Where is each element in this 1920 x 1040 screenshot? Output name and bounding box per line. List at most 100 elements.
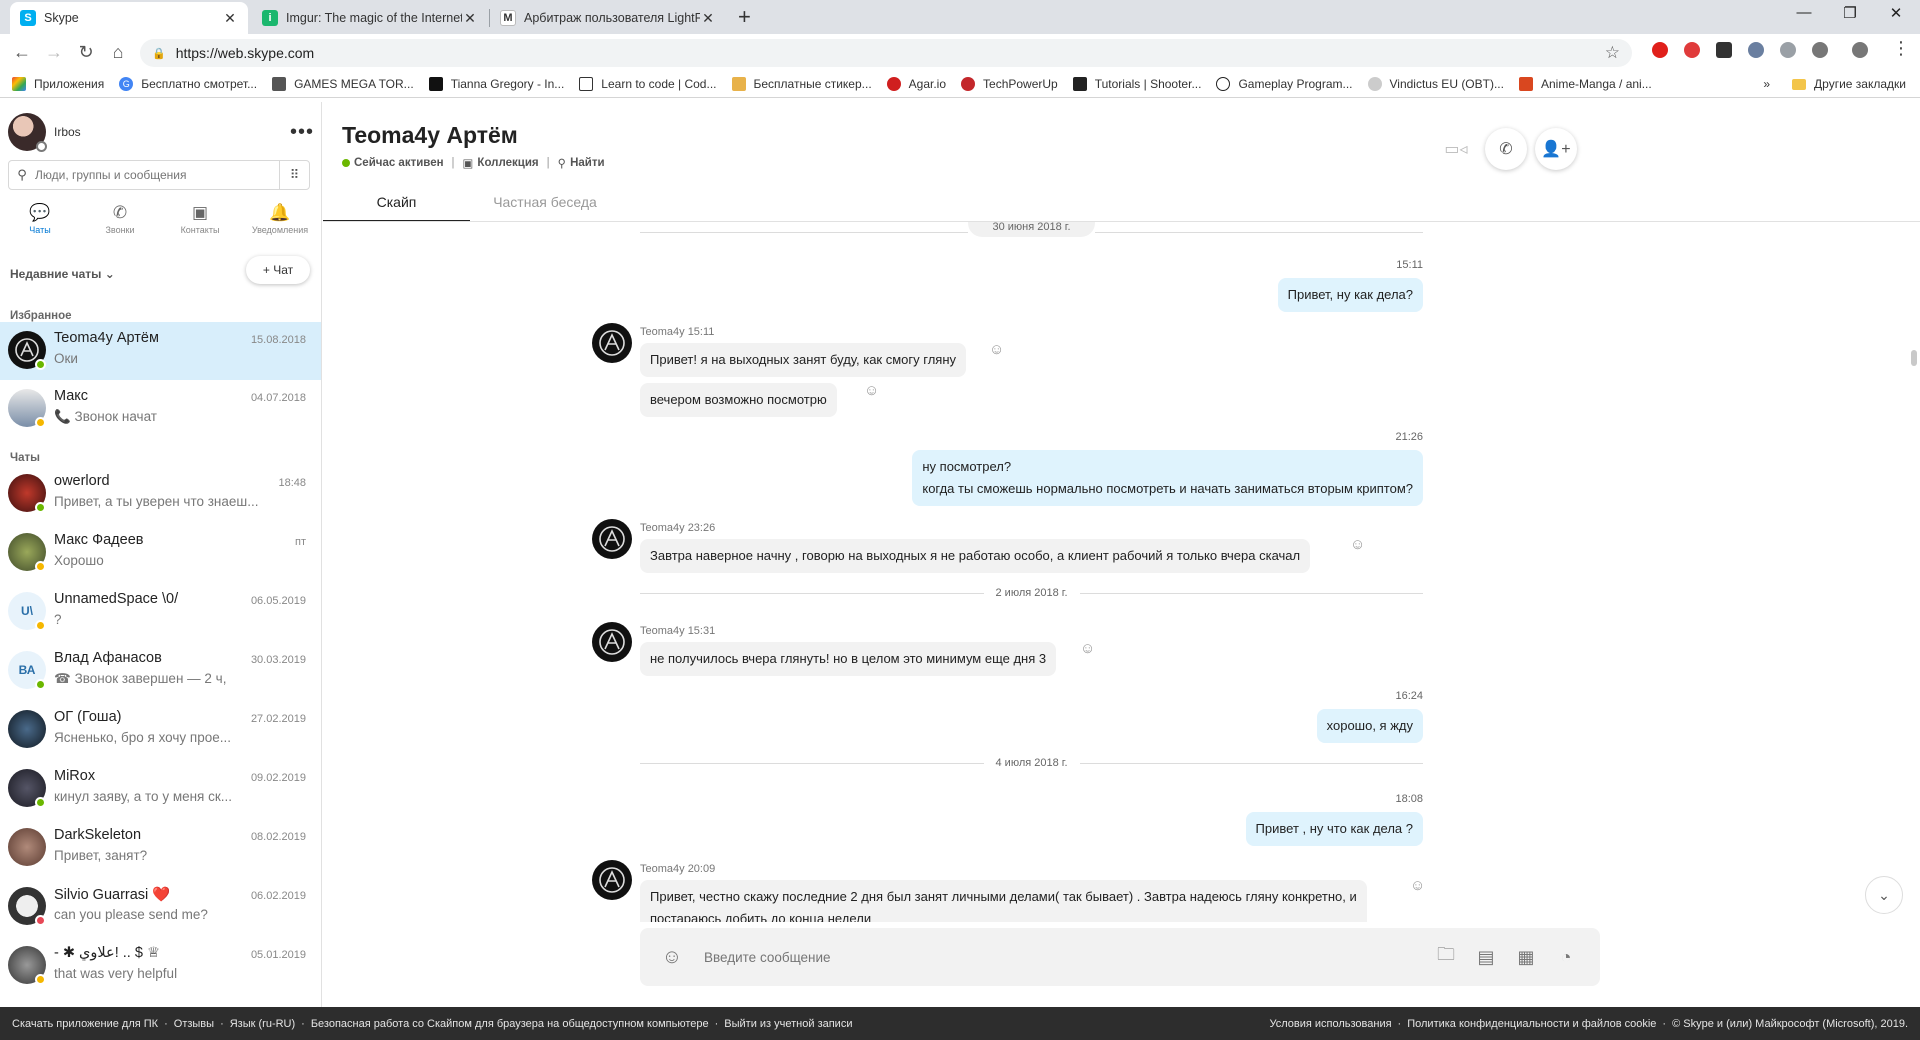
minimize-button[interactable]: —: [1784, 4, 1824, 21]
chat-item-maks[interactable]: Макс 📞 Звонок начат 04.07.2018: [0, 380, 321, 438]
close-icon[interactable]: ✕: [462, 10, 478, 27]
download-app-link[interactable]: Скачать приложение для ПК: [12, 1018, 158, 1030]
avatar[interactable]: [8, 113, 47, 152]
nav-calls[interactable]: ✆ Звонки: [80, 202, 160, 244]
bookmark-item[interactable]: Vindictus EU (OBT)...: [1367, 76, 1504, 91]
add-people-button[interactable]: 👤+: [1535, 128, 1577, 170]
scroll-to-bottom-button[interactable]: ⌄: [1865, 876, 1903, 914]
dialpad-icon[interactable]: ⠿: [279, 161, 309, 189]
tab-skype[interactable]: S Skype ✕: [10, 2, 248, 34]
profile-avatar-icon[interactable]: [1852, 42, 1868, 58]
reaction-smiley-icon[interactable]: ☺: [864, 382, 879, 399]
close-icon[interactable]: ✕: [222, 10, 238, 27]
chat-name: Влад Афанасов: [54, 650, 162, 666]
outgoing-message[interactable]: Привет, ну как дела?: [1277, 278, 1423, 312]
extension-opera-icon[interactable]: [1652, 42, 1668, 58]
back-button[interactable]: ←: [10, 41, 34, 63]
video-call-button[interactable]: ▭◃: [1435, 128, 1477, 170]
send-file-icon[interactable]: 🗀: [1426, 942, 1466, 972]
chat-item[interactable]: owerlord Привет, а ты уверен что знаеш..…: [0, 465, 321, 523]
forward-button[interactable]: →: [42, 41, 66, 63]
reaction-smiley-icon[interactable]: ☺: [1080, 640, 1095, 657]
bookmark-item[interactable]: Agar.io: [886, 76, 946, 91]
outgoing-message[interactable]: Привет , ну что как дела ?: [1245, 812, 1423, 846]
more-options-icon[interactable]: •••: [290, 122, 314, 142]
bookmark-apps[interactable]: Приложения: [12, 76, 104, 91]
reaction-smiley-icon[interactable]: ☺: [1410, 877, 1425, 894]
incoming-message[interactable]: Привет, честно скажу последние 2 дня был…: [640, 880, 1367, 922]
chat-item[interactable]: ОГ (Гоша) Ясненько, бро я хочу прое... 2…: [0, 701, 321, 759]
reaction-smiley-icon[interactable]: ☺: [989, 341, 1004, 358]
nav-chats[interactable]: 💬 Чаты: [0, 202, 80, 244]
extension-vpn-icon[interactable]: [1748, 42, 1764, 58]
chat-item[interactable]: Silvio Guarrasi ❤️ can you please send m…: [0, 878, 321, 936]
chat-item-teoma4y[interactable]: Teoma4y Артём Оки 15.08.2018: [0, 322, 321, 380]
tab-imgur[interactable]: i Imgur: The magic of the Internet ✕: [252, 2, 488, 34]
extension-game-icon[interactable]: [1716, 42, 1732, 58]
extension-m-icon[interactable]: [1812, 42, 1828, 58]
nav-contacts[interactable]: ▣ Контакты: [160, 202, 240, 244]
bookmarks-more-button[interactable]: »: [1763, 77, 1770, 91]
phone-icon: ✆: [112, 203, 128, 222]
poll-icon[interactable]: ◔: [1546, 947, 1586, 968]
tab-title: Imgur: The magic of the Internet: [286, 11, 462, 25]
find-link[interactable]: Найти: [570, 157, 604, 169]
collection-link[interactable]: Коллекция: [477, 157, 538, 169]
incoming-message[interactable]: вечером возможно посмотрю: [640, 383, 837, 417]
privacy-link[interactable]: Политика конфиденциальности и файлов coo…: [1407, 1018, 1656, 1030]
search-input[interactable]: [35, 168, 265, 182]
public-computer-link[interactable]: Безопасная работа со Скайпом для браузер…: [311, 1018, 709, 1030]
language-link[interactable]: Язык (ru-RU): [230, 1018, 295, 1030]
bookmark-item[interactable]: Tutorials | Shooter...: [1072, 76, 1201, 91]
message-input[interactable]: [704, 949, 1426, 965]
chat-item[interactable]: Макс Фадеев Хорошо пт: [0, 524, 321, 582]
tab-private-conversation[interactable]: Частная беседа: [470, 194, 620, 222]
close-icon[interactable]: ✕: [700, 10, 716, 27]
emoji-icon[interactable]: ☺: [640, 946, 704, 969]
incoming-message[interactable]: Привет! я на выходных занят буду, как см…: [640, 343, 967, 377]
bookmark-item[interactable]: Learn to code | Cod...: [579, 76, 717, 91]
gallery-icon[interactable]: ▦: [1506, 947, 1546, 968]
bookmark-item[interactable]: GAMES MEGA TOR...: [272, 76, 414, 91]
maximize-button[interactable]: ❐: [1830, 4, 1870, 22]
reload-button[interactable]: ↻: [74, 41, 98, 63]
new-chat-button[interactable]: + Чат: [246, 256, 310, 284]
extension-globe-icon[interactable]: [1780, 42, 1796, 58]
chat-item[interactable]: U\ UnnamedSpace \0/ ? 06.05.2019: [0, 583, 321, 641]
tab-lightf[interactable]: M Арбитраж пользователя LightF ✕: [490, 2, 726, 34]
message-list[interactable]: 30 июня 2018 г. 15:11 Привет, ну как дел…: [323, 222, 1920, 922]
bookmark-item[interactable]: Gameplay Program...: [1216, 76, 1353, 91]
address-bar[interactable]: 🔒 https://web.skype.com ☆: [140, 39, 1632, 67]
incoming-message[interactable]: Завтра наверное начну , говорю на выходн…: [640, 539, 1311, 573]
scrollbar-thumb[interactable]: [1911, 350, 1917, 366]
other-bookmarks-button[interactable]: Другие закладки: [1814, 77, 1906, 91]
incoming-message[interactable]: не получилось вчера глянуть! но в целом …: [640, 642, 1057, 676]
outgoing-message[interactable]: хорошо, я жду: [1316, 709, 1423, 743]
profile-header[interactable]: Irbos •••: [8, 112, 314, 152]
nav-notifications[interactable]: 🔔 Уведомления: [240, 202, 320, 244]
home-button[interactable]: ⌂: [106, 41, 130, 63]
bookmark-item[interactable]: G Бесплатно смотрет...: [119, 76, 257, 91]
browser-menu-icon[interactable]: ⋮: [1892, 38, 1910, 59]
recent-chats-dropdown[interactable]: Недавние чаты ⌄: [10, 267, 115, 281]
chat-item[interactable]: ВА Влад Афанасов ☎ Звонок завершен — 2 ч…: [0, 642, 321, 700]
terms-link[interactable]: Условия использования: [1269, 1018, 1391, 1030]
bookmark-item[interactable]: Tianna Gregory - In...: [428, 76, 564, 91]
bookmark-item[interactable]: TechPowerUp: [961, 76, 1058, 91]
reaction-smiley-icon[interactable]: ☺: [1350, 536, 1365, 553]
bookmark-item[interactable]: Бесплатные стикер...: [731, 76, 872, 91]
chat-item[interactable]: MiRox кинул заяву, а то у меня ск... 09.…: [0, 760, 321, 818]
contact-card-icon[interactable]: ▤: [1466, 947, 1506, 968]
close-window-button[interactable]: ✕: [1876, 4, 1916, 22]
extension-adblock-icon[interactable]: [1684, 42, 1700, 58]
audio-call-button[interactable]: ✆: [1485, 128, 1527, 170]
bookmark-item[interactable]: Anime-Manga / ani...: [1518, 76, 1652, 91]
outgoing-message[interactable]: ну посмотрел? когда ты сможешь нормально…: [912, 450, 1423, 506]
chat-item[interactable]: DarkSkeleton Привет, занят? 08.02.2019: [0, 819, 321, 877]
chat-item[interactable]: - ✱ علاوي! .. $ ♕ that was very helpful …: [0, 937, 321, 995]
feedback-link[interactable]: Отзывы: [174, 1018, 214, 1030]
sign-out-link[interactable]: Выйти из учетной записи: [724, 1018, 852, 1030]
tab-skype-chat[interactable]: Скайп: [323, 194, 470, 222]
new-tab-button[interactable]: +: [738, 4, 751, 30]
bookmark-star-icon[interactable]: ☆: [1605, 43, 1620, 63]
